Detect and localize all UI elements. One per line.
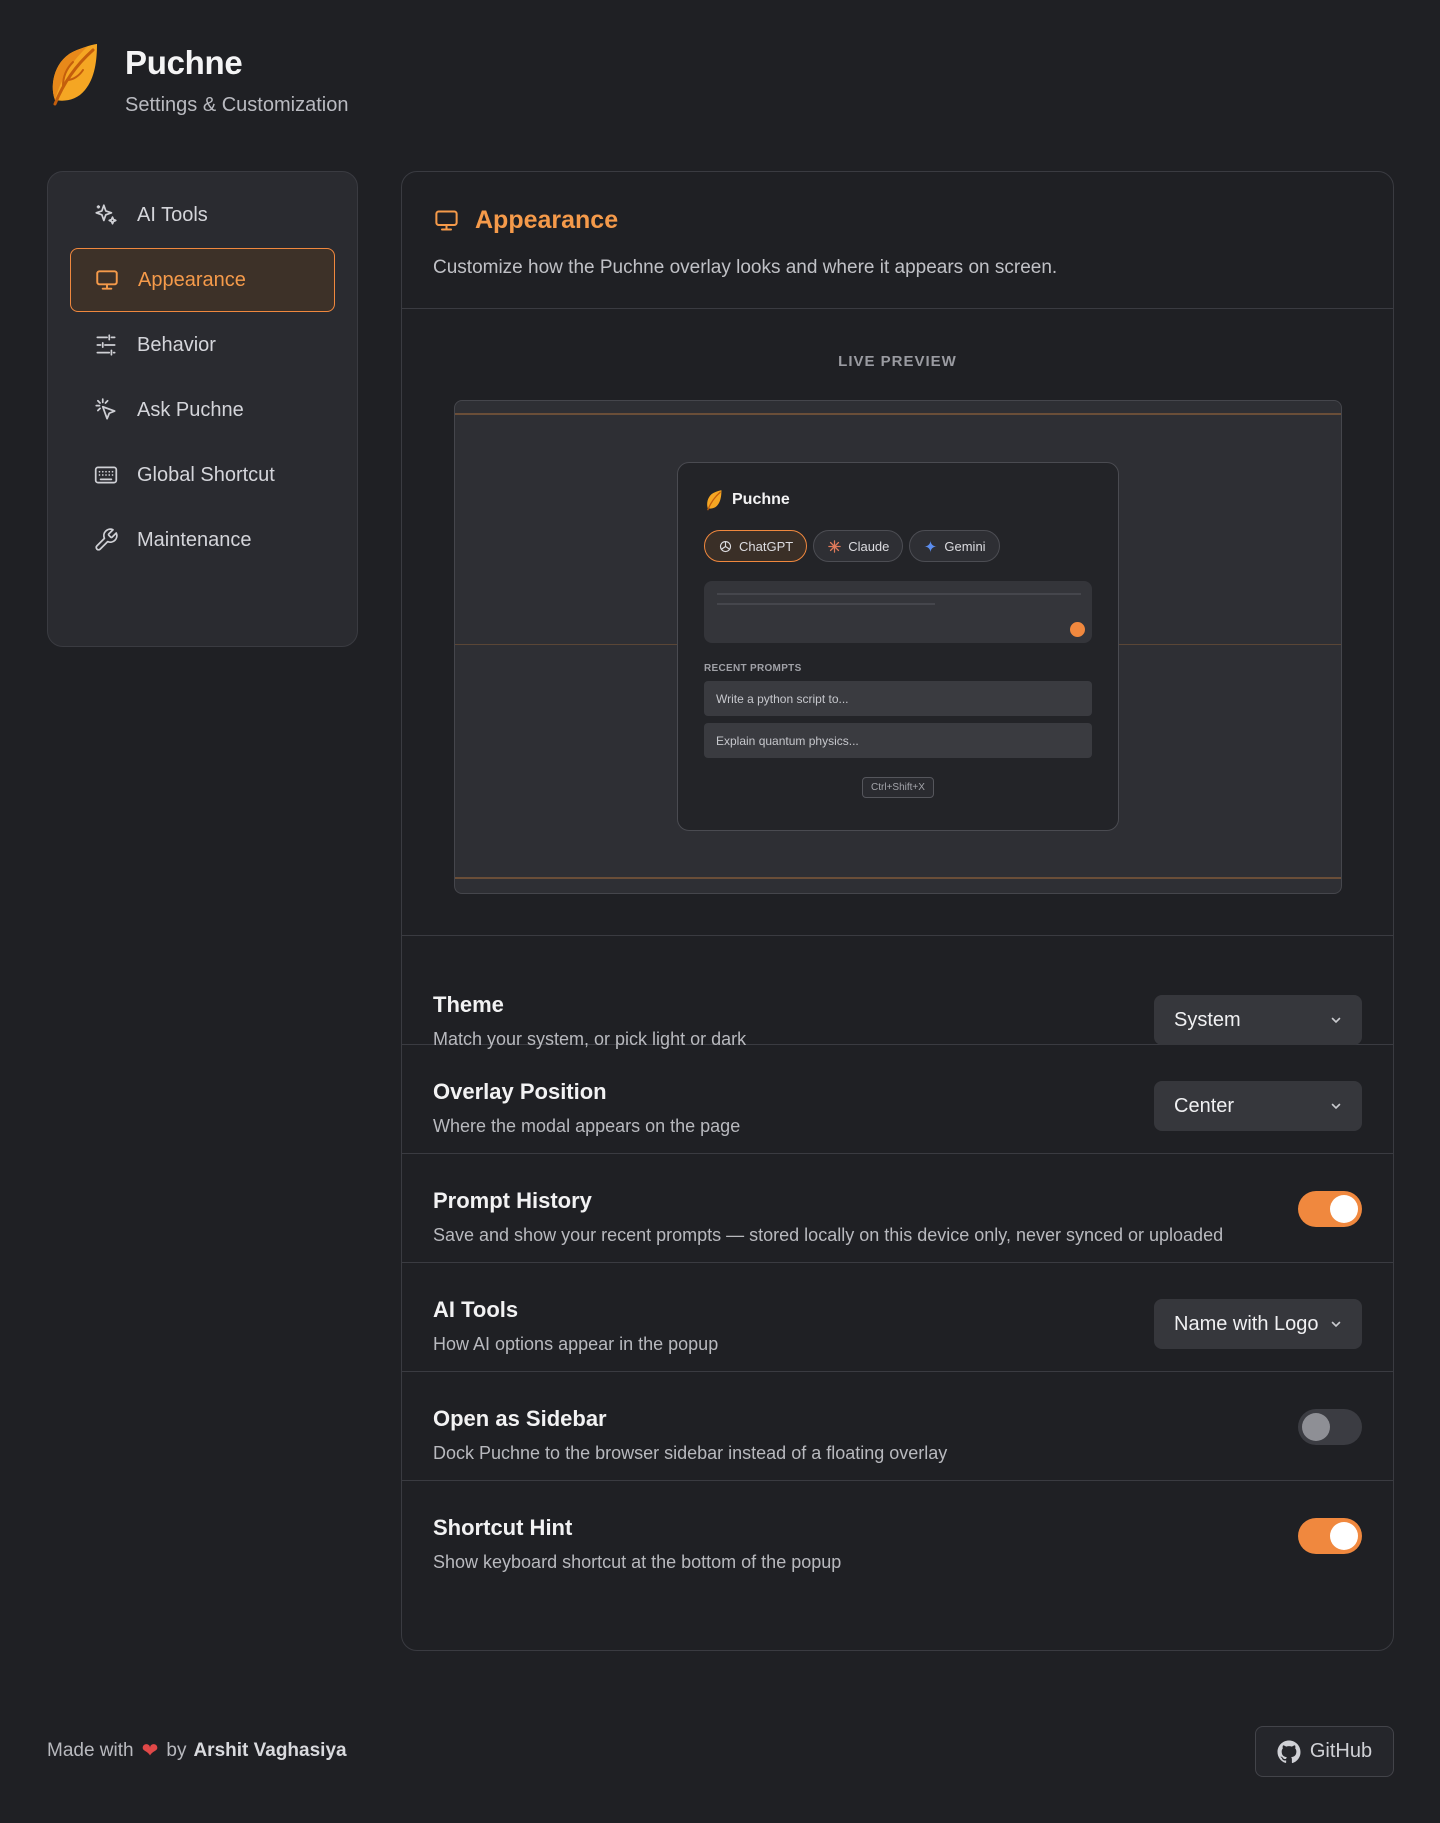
app-header: Puchne Settings & Customization	[47, 40, 348, 117]
setting-title: Shortcut Hint	[433, 1515, 573, 1540]
keyboard-icon	[92, 461, 120, 489]
select-value: Name with Logo	[1174, 1312, 1319, 1335]
setting-title: Theme	[433, 992, 504, 1017]
monitor-icon	[93, 266, 121, 294]
github-label: GitHub	[1309, 1740, 1373, 1762]
setting-title: Overlay Position	[433, 1079, 607, 1104]
setting-ai-tools: AI Tools How AI options appear in the po…	[402, 1263, 1393, 1372]
sidebar-item-label: Maintenance	[137, 528, 252, 551]
claude-icon	[828, 539, 841, 553]
sidebar-item-label: Ask Puchne	[137, 398, 244, 421]
app-title: Puchne	[125, 44, 243, 81]
sliders-icon	[92, 331, 120, 359]
chip-label: ChatGPT	[739, 538, 794, 554]
preview-divider	[455, 877, 1341, 879]
sidebar-item-label: AI Tools	[137, 203, 208, 226]
theme-select[interactable]: System	[1154, 995, 1362, 1045]
sidebar-item-global-shortcut[interactable]: Global Shortcut	[70, 443, 335, 507]
preview-ai-chips: ChatGPT Claude Gemini	[704, 530, 1092, 562]
ai-tools-display-select[interactable]: Name with Logo	[1154, 1299, 1362, 1349]
preview-screen: Puchne ChatGPT Claude Gemini RECENT PROM…	[454, 400, 1342, 894]
sidebar-item-label: Appearance	[138, 268, 246, 291]
leaf-logo-icon	[707, 490, 722, 511]
chatgpt-icon	[719, 540, 732, 552]
app-subtitle: Settings & Customization	[125, 94, 349, 116]
setting-description: Dock Puchne to the browser sidebar inste…	[433, 1443, 948, 1463]
footer-by: by	[166, 1739, 187, 1761]
setting-open-as-sidebar: Open as Sidebar Dock Puchne to the brows…	[402, 1372, 1393, 1481]
wrench-icon	[92, 526, 120, 554]
sparkles-icon	[92, 201, 120, 229]
preview-popup: Puchne ChatGPT Claude Gemini RECENT PROM…	[677, 462, 1119, 831]
github-button[interactable]: GitHub	[1255, 1726, 1394, 1777]
sidebar-item-behavior[interactable]: Behavior	[70, 313, 335, 377]
shortcut-hint-badge: Ctrl+Shift+X	[862, 777, 934, 798]
heart-icon: ❤	[141, 1740, 159, 1762]
setting-description: How AI options appear in the popup	[433, 1334, 719, 1354]
open-as-sidebar-toggle[interactable]	[1298, 1409, 1362, 1445]
live-preview-label: LIVE PREVIEW	[838, 353, 957, 370]
setting-title: AI Tools	[433, 1297, 519, 1322]
setting-description: Where the modal appears on the page	[433, 1116, 741, 1136]
select-value: System	[1174, 1008, 1241, 1031]
panel-header: Appearance Customize how the Puchne over…	[402, 172, 1393, 309]
sidebar-item-label: Behavior	[137, 333, 216, 356]
setting-overlay-position: Overlay Position Where the modal appears…	[402, 1045, 1393, 1154]
sidebar-item-ai-tools[interactable]: AI Tools	[70, 183, 335, 247]
prompt-history-toggle[interactable]	[1298, 1191, 1362, 1227]
sidebar-item-maintenance[interactable]: Maintenance	[70, 508, 335, 572]
settings-sidebar: AI Tools Appearance Behavior Ask Puchne …	[47, 171, 358, 647]
preview-input	[704, 581, 1092, 643]
page-title: Appearance	[475, 206, 619, 234]
setting-title: Open as Sidebar	[433, 1406, 607, 1431]
monitor-icon	[435, 210, 458, 231]
chevron-down-icon	[1331, 1017, 1341, 1024]
appearance-panel: Appearance Customize how the Puchne over…	[401, 171, 1394, 1651]
recent-prompt-item: Write a python script to...	[704, 681, 1092, 716]
overlay-position-select[interactable]: Center	[1154, 1081, 1362, 1131]
sidebar-item-ask-puchne[interactable]: Ask Puchne	[70, 378, 335, 442]
leaf-logo-icon	[52, 44, 97, 106]
sidebar-item-label: Global Shortcut	[137, 463, 275, 486]
preview-popup-title: Puchne	[732, 491, 790, 508]
setting-description: Show keyboard shortcut at the bottom of …	[433, 1552, 842, 1572]
chip-label: Claude	[848, 538, 890, 554]
setting-theme: Theme Match your system, or pick light o…	[402, 936, 1393, 1049]
github-icon	[1277, 1740, 1301, 1763]
shortcut-hint-toggle[interactable]	[1298, 1518, 1362, 1554]
footer-made-with: Made with	[47, 1739, 134, 1761]
setting-description: Save and show your recent prompts — stor…	[433, 1225, 1224, 1245]
setting-prompt-history: Prompt History Save and show your recent…	[402, 1154, 1393, 1263]
gemini-icon	[924, 539, 938, 553]
recent-prompts-label: RECENT PROMPTS	[704, 663, 802, 674]
footer-credit: Made with ❤ by Arshit Vaghasiya	[47, 1738, 347, 1763]
chip-chatgpt: ChatGPT	[704, 530, 808, 562]
setting-shortcut-hint: Shortcut Hint Show keyboard shortcut at …	[402, 1481, 1393, 1590]
cursor-sparkle-icon	[92, 396, 120, 424]
author-name[interactable]: Arshit Vaghasiya	[193, 1740, 346, 1762]
sidebar-item-appearance[interactable]: Appearance	[70, 248, 335, 312]
page-description: Customize how the Puchne overlay looks a…	[433, 257, 1058, 278]
preview-divider	[455, 413, 1341, 415]
chip-gemini: Gemini	[909, 530, 1000, 562]
chevron-down-icon	[1331, 1103, 1341, 1110]
chevron-down-icon	[1331, 1321, 1341, 1328]
live-preview-section: LIVE PREVIEW Puchne ChatGPT Claude Gemin…	[402, 309, 1393, 936]
recent-prompt-item: Explain quantum physics...	[704, 723, 1092, 758]
send-dot-icon	[1070, 622, 1085, 637]
setting-title: Prompt History	[433, 1188, 592, 1213]
select-value: Center	[1174, 1094, 1235, 1117]
chip-claude: Claude	[813, 530, 904, 562]
chip-label: Gemini	[944, 538, 986, 554]
